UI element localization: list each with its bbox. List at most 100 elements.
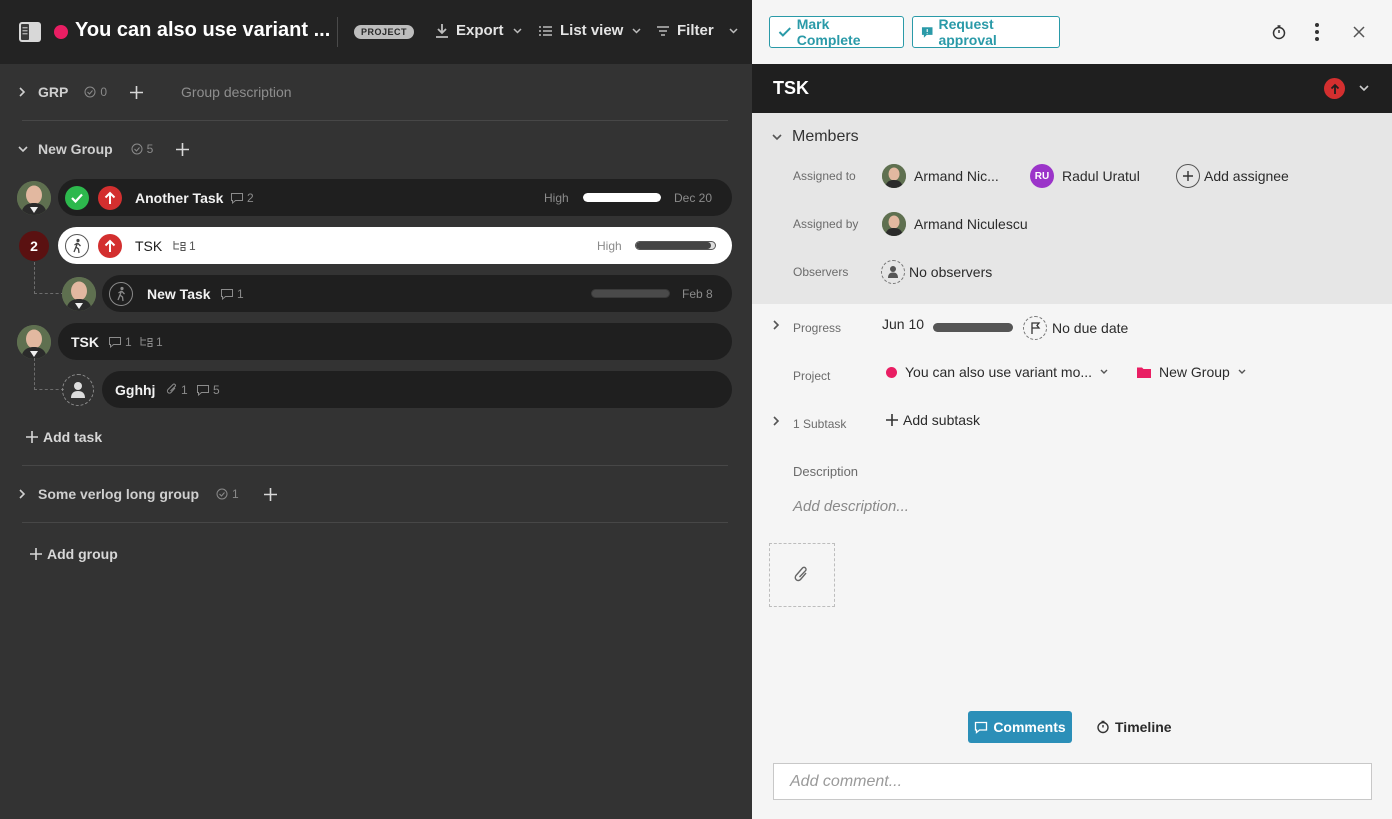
tree-connector — [34, 262, 64, 294]
avatar — [882, 212, 906, 236]
subtasks-toggle[interactable] — [772, 416, 780, 426]
add-task-plus-icon[interactable] — [263, 487, 278, 502]
divider — [337, 17, 338, 47]
subtask-count-badge[interactable]: 2 — [19, 231, 49, 261]
avatar[interactable] — [62, 277, 96, 311]
task-name[interactable]: New Task — [147, 286, 211, 302]
completed-check-icon[interactable] — [65, 185, 89, 210]
project-title[interactable]: You can also use variant ... — [75, 19, 330, 42]
observers-field[interactable]: No observers — [881, 260, 992, 284]
chevron-right-icon[interactable] — [18, 489, 26, 499]
task-name[interactable]: TSK — [71, 334, 99, 350]
comment-icon — [231, 192, 243, 204]
project-badge: PROJECT — [354, 25, 415, 39]
close-icon[interactable] — [1353, 26, 1365, 38]
description-input[interactable]: Add description... — [793, 498, 909, 515]
chevron-right-icon[interactable] — [18, 87, 26, 97]
timer-icon[interactable] — [1271, 24, 1287, 40]
tab-comments[interactable]: Comments — [968, 711, 1072, 743]
project-label: Project — [793, 369, 831, 383]
chevron-down-icon — [1100, 369, 1108, 374]
export-button[interactable]: Export — [435, 22, 522, 39]
subtask-count: 1 — [139, 335, 163, 349]
assigned-by-user[interactable]: Armand Niculescu — [882, 212, 1028, 236]
count-value: 0 — [100, 85, 108, 99]
observers-label: Observers — [793, 265, 849, 279]
project-selector[interactable]: You can also use variant mo... — [886, 364, 1108, 380]
plus-icon — [26, 431, 38, 443]
list-icon — [539, 25, 552, 36]
comment-input[interactable]: Add comment... — [773, 763, 1372, 800]
sidebar-toggle-icon[interactable] — [18, 21, 42, 43]
view-switcher-button[interactable]: List view — [538, 22, 641, 39]
subtask-icon — [173, 240, 186, 251]
unassigned-user-icon[interactable] — [62, 374, 94, 406]
comment-count-value: 1 — [125, 334, 132, 349]
comment-placeholder: Add comment... — [790, 772, 903, 790]
chevron-down-icon — [632, 27, 641, 34]
due-date-field[interactable]: No due date — [1023, 316, 1128, 340]
priority-label: High — [544, 190, 569, 205]
walking-person-icon[interactable] — [109, 281, 133, 306]
task-name[interactable]: Gghhj — [115, 382, 155, 398]
add-group-button[interactable]: Add group — [29, 546, 118, 562]
avatar[interactable] — [17, 181, 51, 215]
task-row-new-task[interactable]: New Task 1 Feb 8 — [102, 275, 732, 312]
add-task-plus-icon[interactable] — [175, 142, 190, 157]
group-name: New Group — [38, 141, 113, 157]
due-date[interactable]: Dec 20 — [674, 191, 712, 205]
priority-label: High — [597, 238, 622, 253]
more-options-icon[interactable] — [1314, 22, 1320, 42]
project-value: You can also use variant mo... — [905, 364, 1093, 380]
chevron-down-icon[interactable] — [18, 145, 28, 153]
group-header-grp[interactable]: GRP 0 Group description — [18, 83, 292, 101]
add-assignee-button[interactable]: Add assignee — [1176, 164, 1289, 188]
mark-complete-button[interactable]: Mark Complete — [769, 16, 904, 48]
add-assignee-label: Add assignee — [1204, 168, 1289, 184]
assignee-name: Radul Uratul — [1062, 168, 1140, 184]
avatar[interactable] — [17, 325, 51, 359]
start-date[interactable]: Jun 10 — [882, 316, 924, 332]
request-approval-button[interactable]: Request approval — [912, 16, 1060, 48]
priority-high-icon — [98, 185, 122, 210]
task-name[interactable]: Another Task — [135, 190, 223, 206]
task-name[interactable]: TSK — [135, 238, 162, 254]
assignee-radul[interactable]: RU Radul Uratul — [1030, 164, 1140, 188]
attachment-dropzone[interactable] — [769, 543, 835, 607]
subtask-icon — [140, 336, 153, 347]
check-circle-icon — [84, 86, 96, 98]
project-title-text: You can also use variant ... — [75, 19, 331, 41]
members-toggle[interactable]: Members — [772, 128, 859, 146]
filter-button[interactable]: Filter — [656, 22, 738, 39]
paperclip-icon — [794, 566, 807, 582]
subtask-count-value: 1 — [156, 334, 163, 349]
add-task-plus-icon[interactable] — [129, 85, 144, 100]
group-selector[interactable]: New Group — [1137, 364, 1246, 380]
chevron-down-icon[interactable] — [1359, 85, 1369, 92]
detail-toolbar: Mark Complete Request approval — [752, 0, 1392, 64]
add-task-button[interactable]: Add task — [25, 429, 102, 445]
task-row-tsk-selected[interactable]: TSK 1 High — [58, 227, 732, 264]
tab-comments-label: Comments — [993, 719, 1066, 735]
tab-timeline[interactable]: Timeline — [1096, 711, 1172, 743]
comment-count-value: 1 — [237, 286, 244, 301]
priority-high-icon[interactable] — [1324, 78, 1345, 99]
group-header-new-group[interactable]: New Group 5 — [18, 140, 190, 158]
comment-count: 2 — [230, 191, 254, 205]
check-icon — [778, 27, 791, 37]
task-row-gghhj[interactable]: Gghhj 1 5 — [102, 371, 732, 408]
task-title[interactable]: TSK — [773, 78, 809, 99]
add-subtask-button[interactable]: Add subtask — [885, 412, 980, 428]
badge-value: 2 — [30, 238, 38, 254]
task-row-another-task[interactable]: Another Task 2 High Dec 20 — [58, 179, 732, 216]
progress-toggle[interactable] — [772, 320, 780, 330]
group-description[interactable]: Group description — [181, 84, 292, 100]
view-label: List view — [560, 22, 624, 39]
group-header-some-verlog-long-group[interactable]: Some verlog long group 1 — [18, 485, 278, 503]
due-date[interactable]: Feb 8 — [682, 287, 713, 301]
assignee-armand[interactable]: Armand Nic... — [882, 164, 999, 188]
task-row-tsk[interactable]: TSK 1 1 — [58, 323, 732, 360]
chevron-down-icon — [1238, 369, 1246, 374]
request-approval-label: Request approval — [938, 16, 997, 48]
walking-person-icon[interactable] — [65, 233, 89, 258]
